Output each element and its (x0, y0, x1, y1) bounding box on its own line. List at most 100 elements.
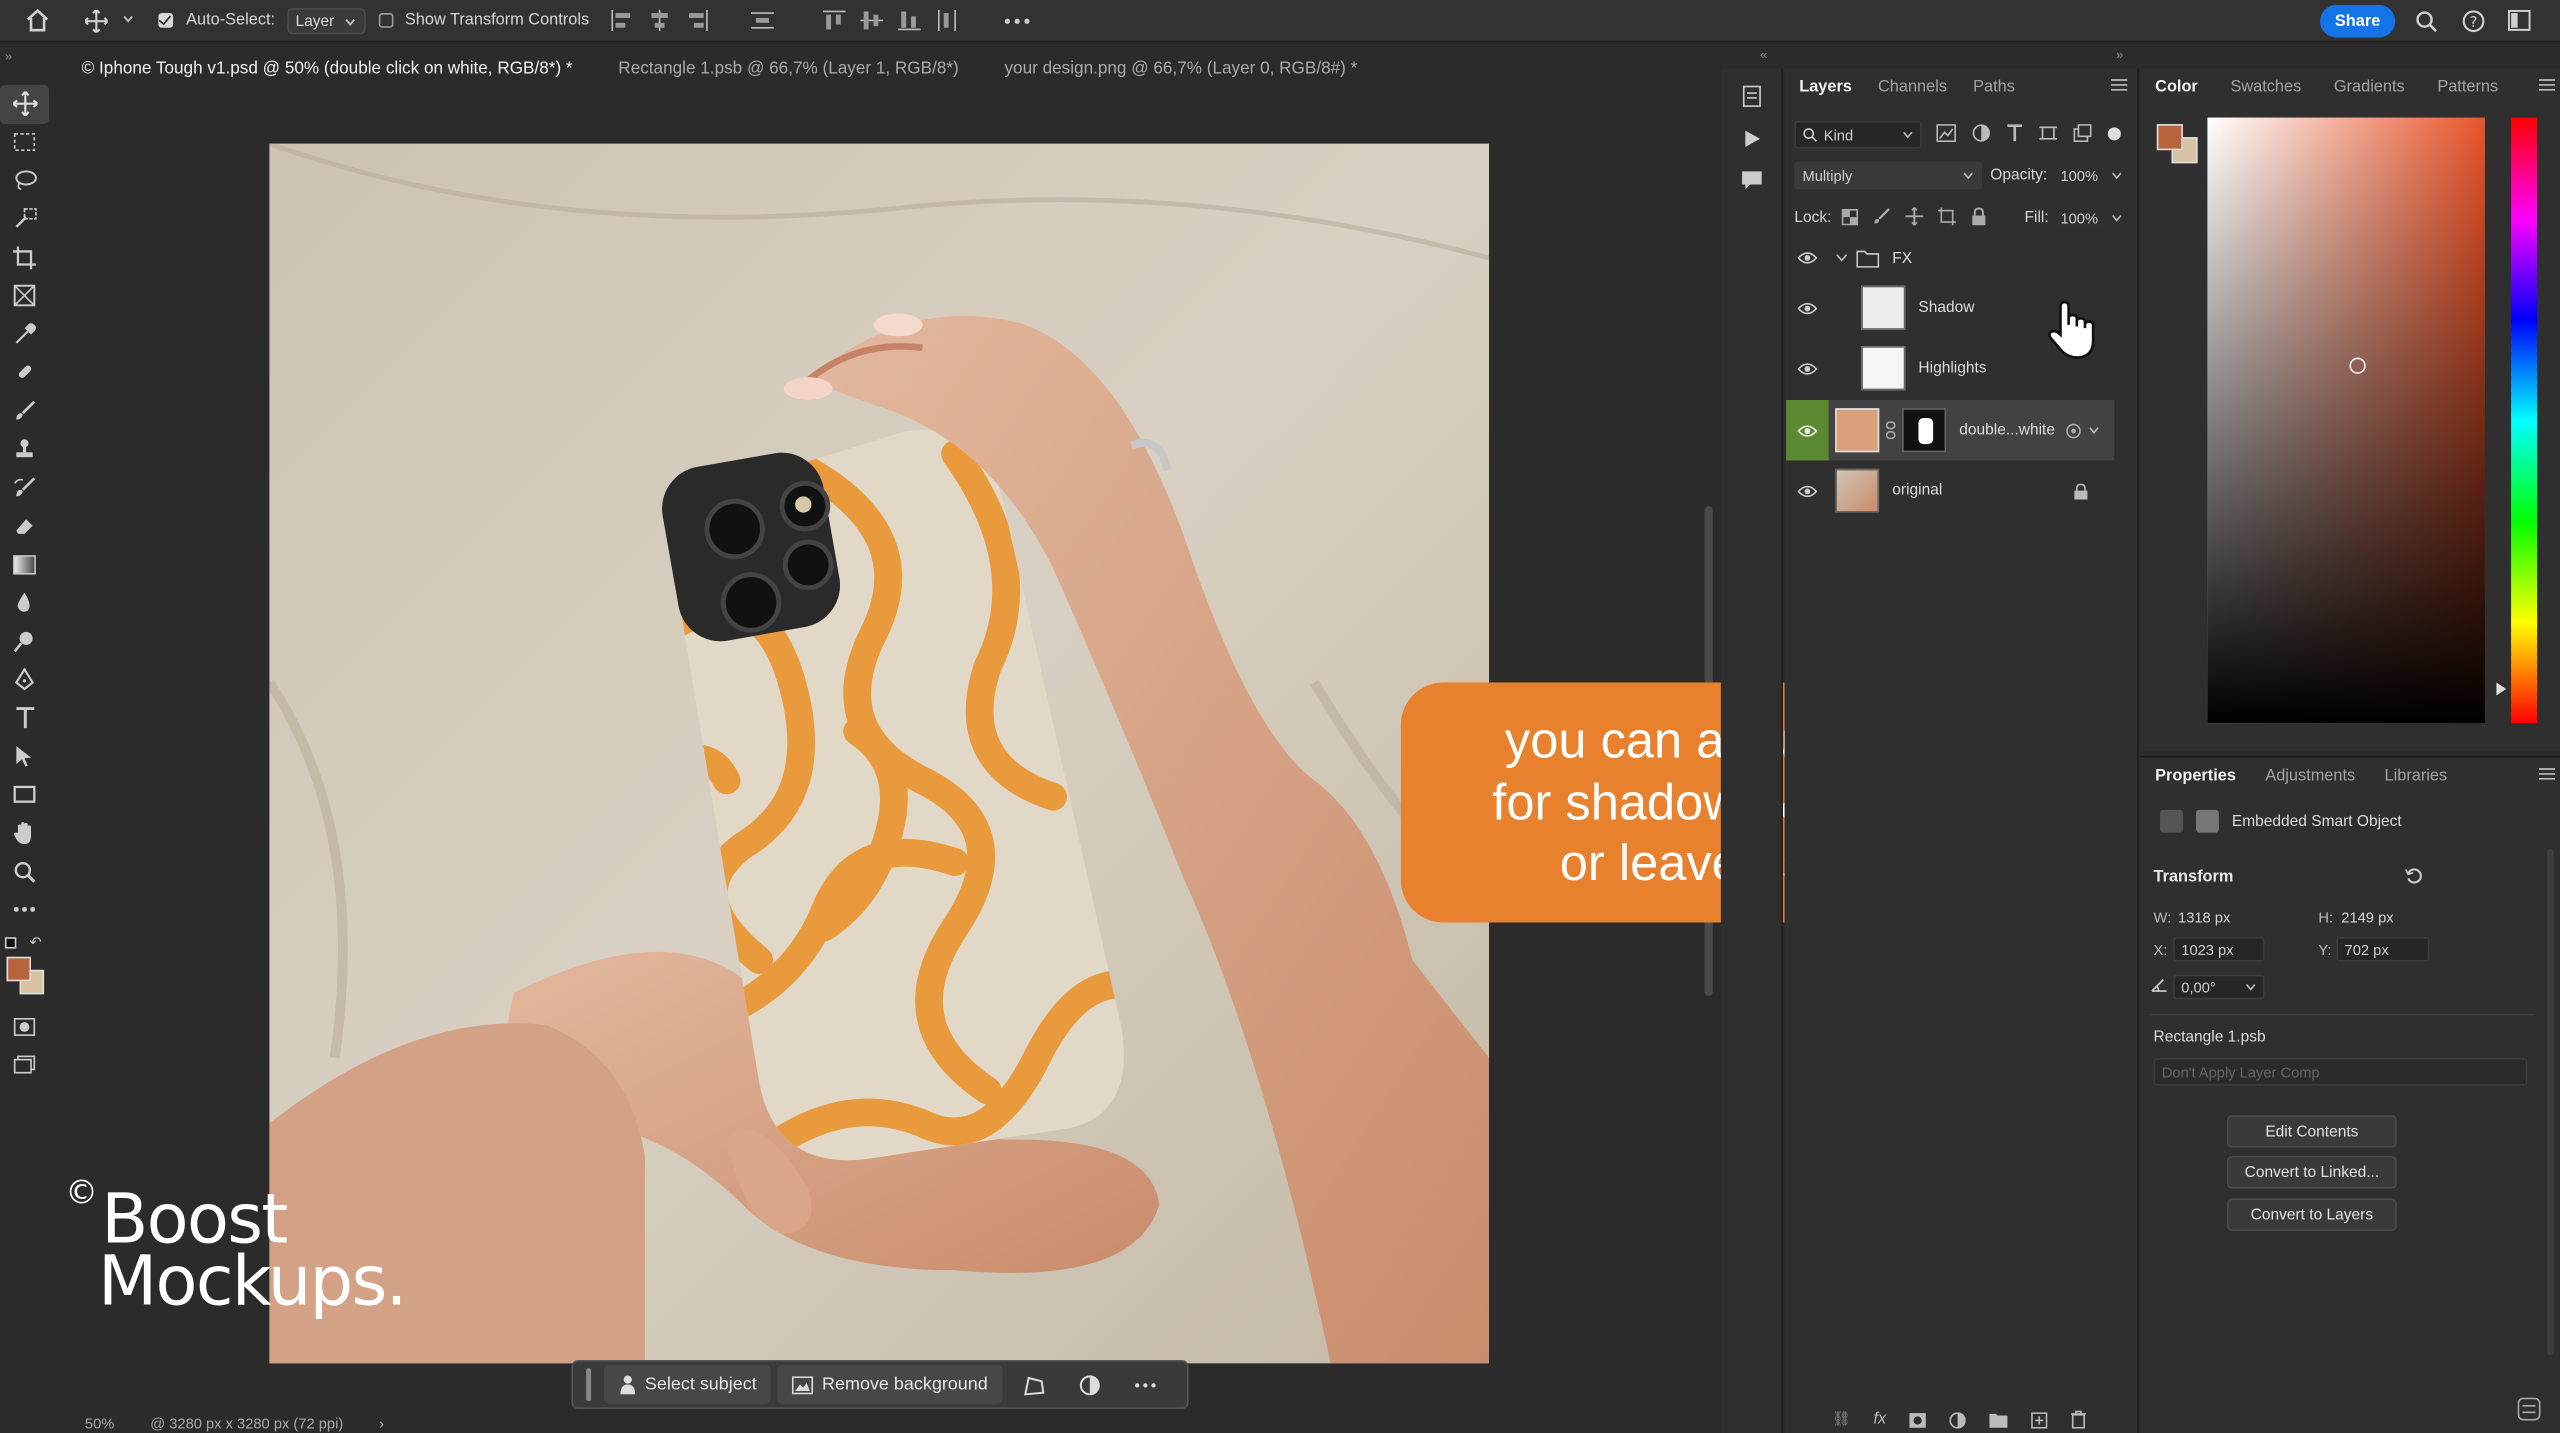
reset-transform-icon[interactable] (2405, 867, 2423, 885)
tab-channels[interactable]: Channels (1868, 69, 1957, 105)
object-selection-tool[interactable] (0, 200, 49, 238)
status-arrow-icon[interactable]: › (379, 1416, 384, 1432)
visibility-eye-icon[interactable] (1786, 301, 1828, 314)
chevron-down-icon[interactable] (1835, 253, 1848, 263)
edit-contents-button[interactable]: Edit Contents (2227, 1115, 2397, 1148)
align-middle-icon[interactable] (860, 10, 884, 31)
panel-menu-icon[interactable] (2538, 767, 2556, 780)
transform-icon[interactable] (1009, 1374, 1058, 1395)
tab-gradients[interactable]: Gradients (2324, 69, 2414, 105)
remove-background-button[interactable]: Remove background (777, 1364, 1003, 1405)
fill-input[interactable]: 100% (2052, 204, 2107, 232)
hue-slider[interactable] (2511, 117, 2538, 724)
default-colors-icon[interactable] (4, 937, 17, 949)
quick-mask-tool[interactable] (0, 1007, 49, 1045)
tab-your-design[interactable]: your design.png @ 66,7% (Layer 0, RGB/8#… (982, 51, 1381, 85)
tab-rectangle[interactable]: Rectangle 1.psb @ 66,7% (Layer 1, RGB/8*… (595, 51, 981, 85)
search-icon[interactable] (2415, 10, 2438, 33)
filter-type-icon[interactable] (2007, 124, 2023, 142)
collapse-arrow-icon[interactable]: » (2116, 47, 2123, 62)
history-icon[interactable] (1740, 85, 1763, 108)
eraser-tool[interactable] (0, 507, 49, 545)
x-input[interactable]: 1023 px (2173, 937, 2265, 962)
tab-paths[interactable]: Paths (1963, 69, 2024, 105)
gradient-tool[interactable] (0, 545, 49, 583)
blur-tool[interactable] (0, 584, 49, 622)
history-brush-tool[interactable] (0, 469, 49, 507)
actions-icon[interactable] (1742, 129, 1762, 149)
chevron-down-icon[interactable] (2111, 212, 2122, 223)
properties-scrollbar[interactable] (2547, 849, 2554, 1356)
chevron-down-icon[interactable] (122, 13, 134, 24)
link-icon[interactable] (1885, 421, 1896, 440)
lock-transparent-icon[interactable] (1841, 208, 1859, 225)
visibility-eye-icon[interactable] (1786, 251, 1828, 264)
layer-comp-dropdown[interactable]: Don't Apply Layer Comp (2153, 1057, 2528, 1086)
chevron-down-icon[interactable] (2088, 425, 2099, 436)
filter-shape-icon[interactable] (2039, 124, 2058, 142)
zoom-level[interactable]: 50% (85, 1416, 114, 1432)
adjustment-icon[interactable] (1065, 1374, 1114, 1395)
tab-libraries[interactable]: Libraries (2375, 758, 2457, 794)
lock-artboard-icon[interactable] (1938, 207, 1956, 226)
color-picker-ring[interactable] (2349, 357, 2366, 374)
layer-group-fx[interactable]: FX (1786, 238, 2114, 277)
angle-input[interactable]: 0,00° (2173, 974, 2265, 1000)
more-tools[interactable] (0, 891, 49, 929)
auto-select-dropdown[interactable]: Layer (287, 8, 366, 35)
screen-mode-tool[interactable] (0, 1046, 49, 1084)
distribute-vertical-icon[interactable] (936, 9, 959, 32)
hue-slider-handle[interactable] (2496, 682, 2507, 696)
opacity-input[interactable]: 100% (2052, 161, 2107, 190)
workspace-icon[interactable] (2507, 9, 2531, 31)
align-right-icon[interactable] (686, 9, 709, 32)
add-mask-icon[interactable] (1909, 1411, 1927, 1427)
healing-brush-tool[interactable] (0, 353, 49, 391)
lock-all-icon[interactable] (1971, 207, 1987, 226)
show-transform-checkbox[interactable] (378, 13, 394, 28)
eyedropper-tool[interactable] (0, 315, 49, 353)
move-tool-icon[interactable] (84, 9, 108, 33)
collapse-arrow-icon[interactable]: « (1760, 47, 1767, 62)
select-subject-button[interactable]: Select subject (604, 1364, 772, 1405)
document-canvas[interactable] (269, 143, 1490, 1364)
visibility-eye-icon[interactable] (1786, 400, 1829, 461)
move-tool[interactable] (0, 84, 49, 124)
color-panel-foreground-swatch[interactable] (2156, 124, 2183, 151)
filter-toggle[interactable] (2107, 126, 2121, 140)
visibility-eye-icon[interactable] (1786, 484, 1828, 497)
type-tool[interactable] (0, 699, 49, 737)
share-button[interactable]: Share (2320, 4, 2396, 38)
new-layer-icon[interactable] (2031, 1411, 2048, 1428)
tab-adjustments[interactable]: Adjustments (2256, 758, 2365, 794)
color-field[interactable] (2207, 117, 2485, 724)
align-top-icon[interactable] (822, 10, 846, 31)
stamp-tool[interactable] (0, 430, 49, 468)
more-options-icon[interactable] (1120, 1382, 1169, 1387)
marquee-tool[interactable] (0, 123, 49, 161)
filter-pixel-icon[interactable] (1936, 124, 1956, 143)
hand-tool[interactable] (0, 814, 49, 852)
tab-layers[interactable]: Layers (1789, 69, 1861, 105)
w-value[interactable]: 1318 px (2178, 909, 2230, 925)
tab-color[interactable]: Color (2145, 69, 2207, 105)
align-bottom-icon[interactable] (897, 10, 921, 31)
fx-icon[interactable]: fx (1873, 1411, 1886, 1429)
panel-options-icon[interactable] (2517, 1397, 2541, 1421)
path-selection-tool[interactable] (0, 737, 49, 775)
comments-icon[interactable] (1740, 170, 1763, 191)
new-group-icon[interactable] (1989, 1411, 2009, 1427)
collapse-arrows-icon[interactable]: » (5, 49, 12, 64)
convert-to-layers-button[interactable]: Convert to Layers (2227, 1198, 2397, 1232)
lock-move-icon[interactable] (1905, 207, 1924, 226)
layer-double-click-white[interactable]: double...white (1786, 400, 2115, 461)
align-left-icon[interactable] (611, 9, 634, 32)
chevron-down-icon[interactable] (2111, 170, 2122, 181)
blend-mode-dropdown[interactable]: Multiply (1794, 161, 1983, 190)
h-value[interactable]: 2149 px (2341, 909, 2393, 925)
swap-colors-icon[interactable]: ↶ (29, 934, 41, 952)
delete-layer-icon[interactable] (2071, 1410, 2087, 1429)
tab-patterns[interactable]: Patterns (2428, 69, 2508, 105)
foreground-color-swatch[interactable] (6, 956, 32, 982)
tab-swatches[interactable]: Swatches (2221, 69, 2311, 105)
